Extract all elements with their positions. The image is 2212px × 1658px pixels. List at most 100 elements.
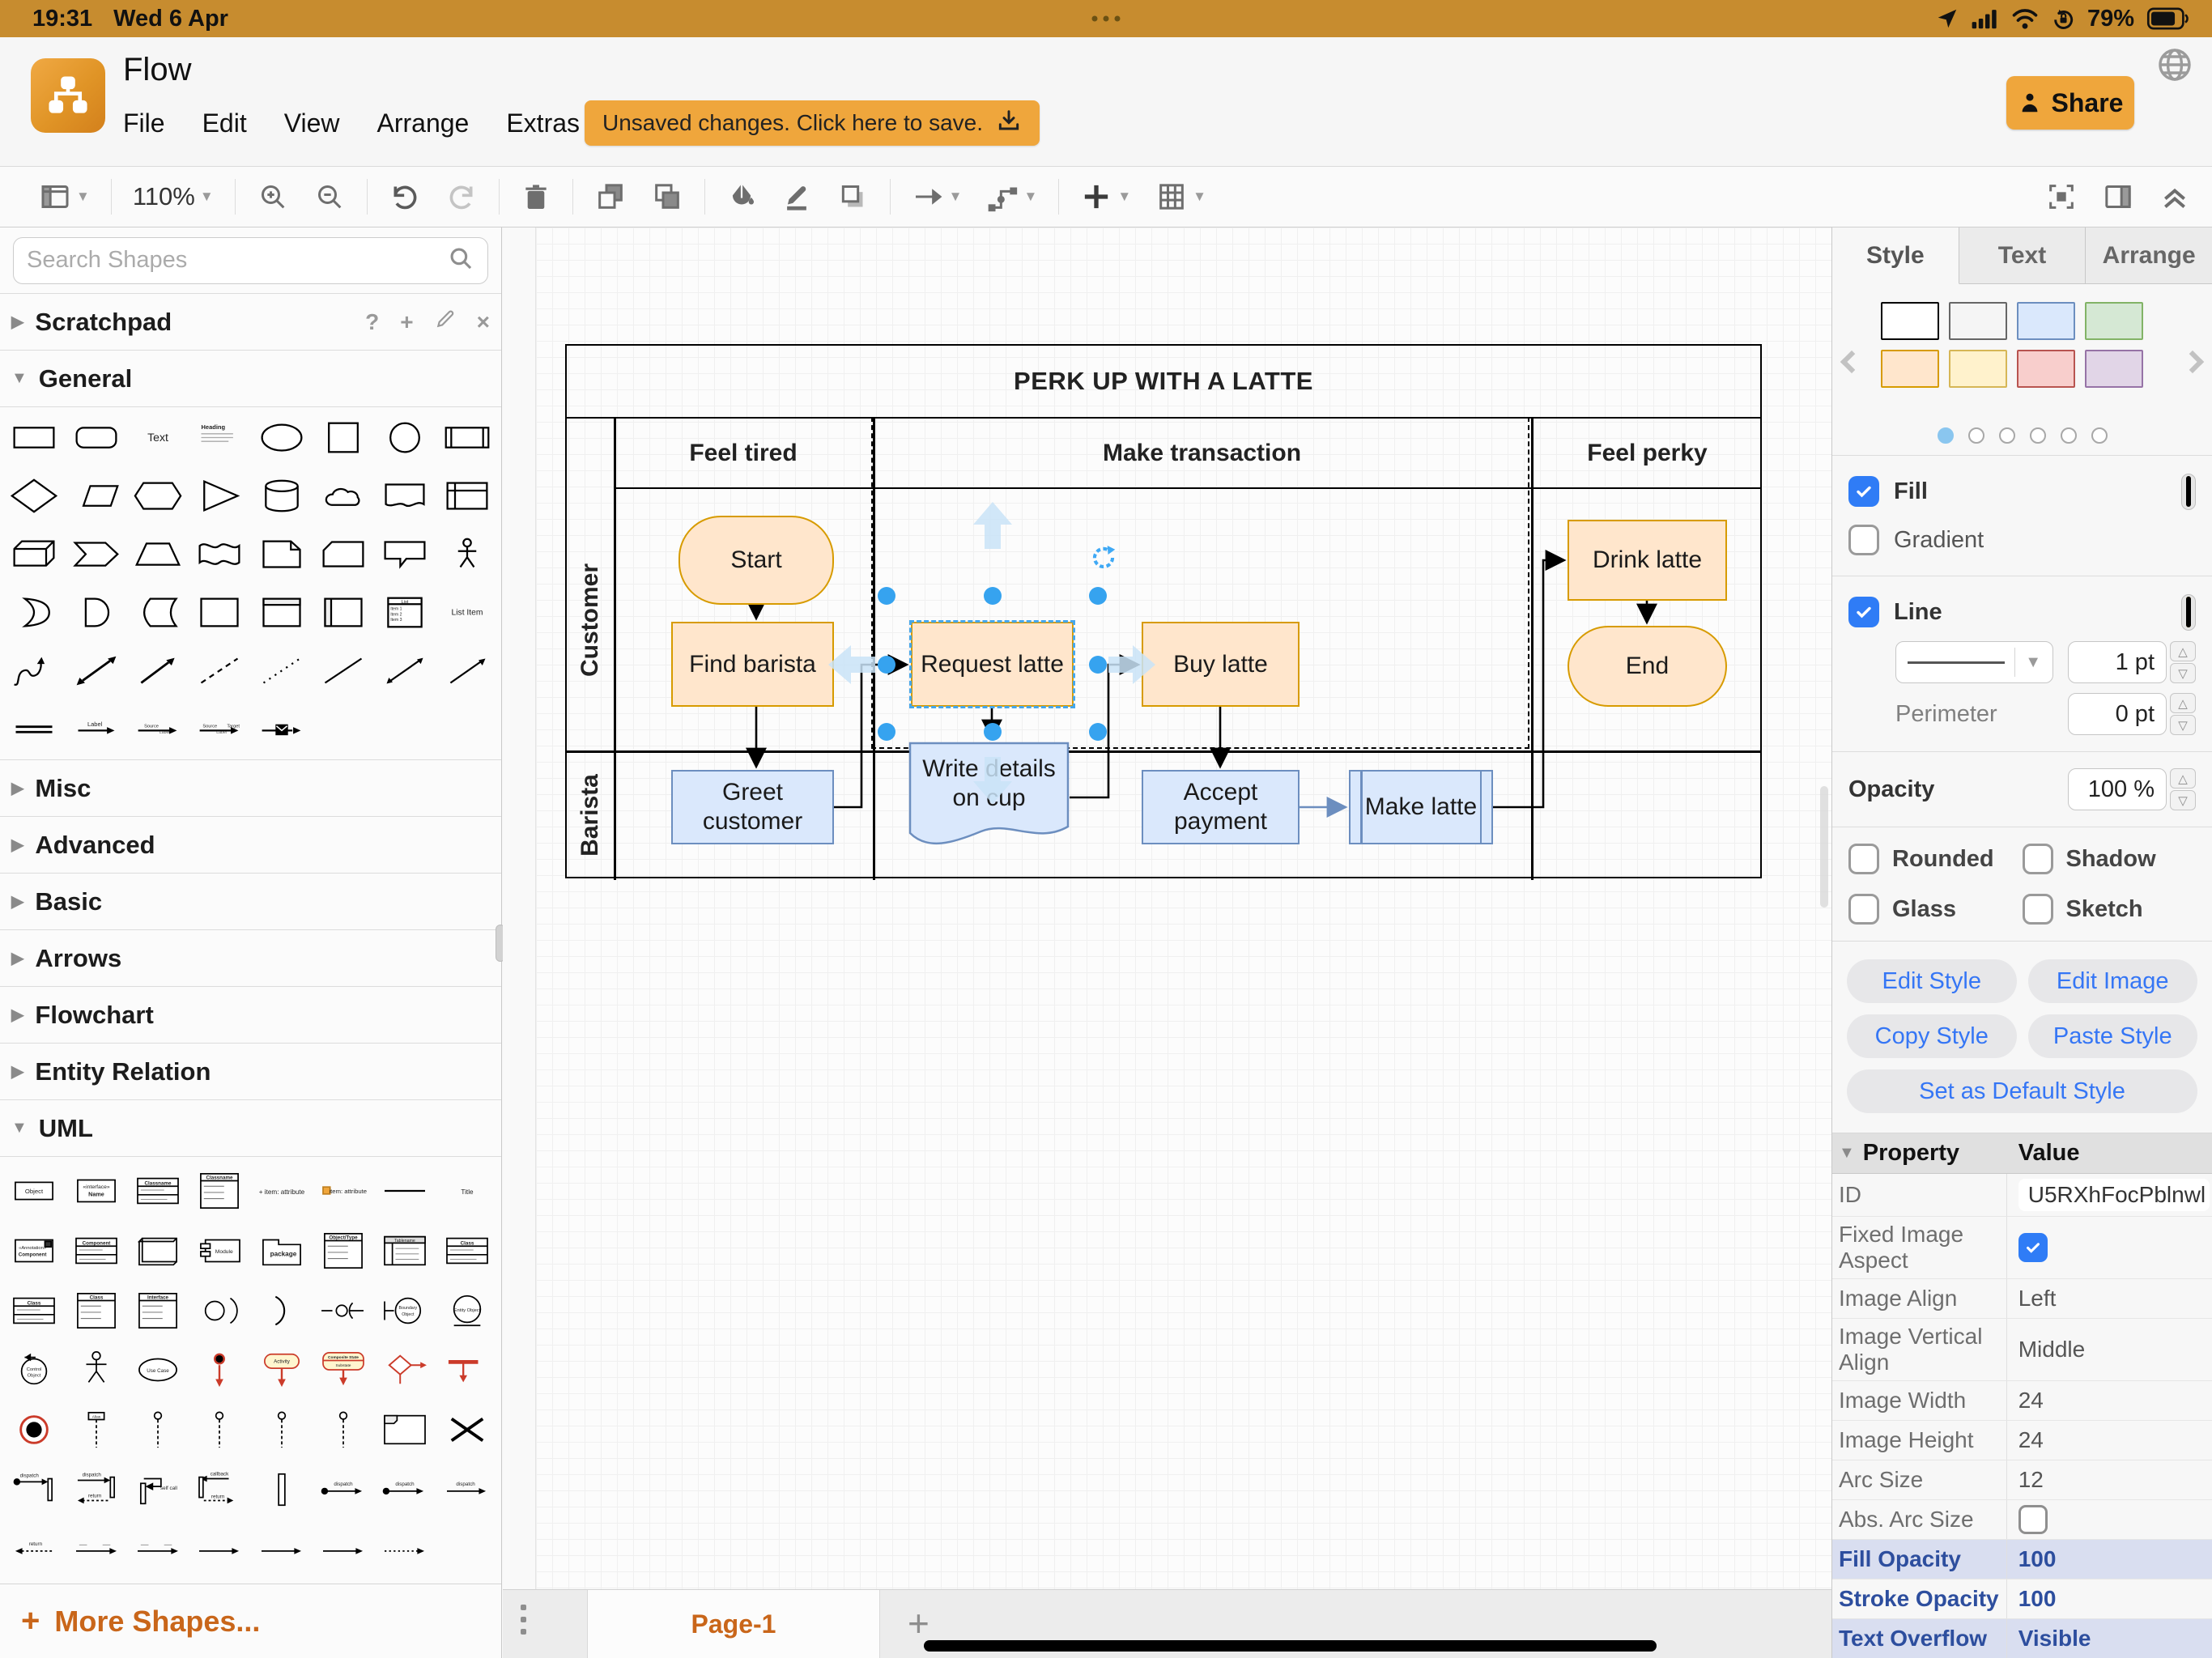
scratchpad-help-icon[interactable]: ?: [365, 309, 379, 335]
direction-arrow-icon[interactable]: [967, 500, 1019, 555]
uml-shape-lifedot[interactable]: [313, 1404, 374, 1456]
scratchpad-edit-icon[interactable]: [435, 308, 456, 335]
shape-cube[interactable]: [3, 532, 65, 577]
shape-step[interactable]: [65, 532, 126, 577]
uml-shape-actor[interactable]: [65, 1345, 126, 1397]
uml-shape-required[interactable]: [251, 1285, 313, 1337]
node-buy-latte[interactable]: Buy latte: [1142, 622, 1300, 707]
canvas-scrollbar[interactable]: [1820, 786, 1828, 908]
opacity-value[interactable]: 100 %: [2068, 768, 2167, 810]
shape-dotted-line[interactable]: [251, 648, 313, 693]
shape-process[interactable]: [436, 415, 498, 461]
shape-card[interactable]: [313, 532, 374, 577]
shape-note[interactable]: [251, 532, 313, 577]
shape-text[interactable]: Text: [127, 415, 189, 461]
more-shapes-button[interactable]: + More Shapes...: [0, 1584, 501, 1658]
shape-directional-connector[interactable]: [436, 648, 498, 693]
unsaved-changes-button[interactable]: Unsaved changes. Click here to save.: [585, 100, 1040, 146]
shape-curve[interactable]: [3, 648, 65, 693]
uml-shape-arrowplain[interactable]: [251, 1524, 313, 1575]
home-indicator[interactable]: [924, 1640, 1657, 1652]
uml-shape-object-type[interactable]: Object/Type: [313, 1225, 374, 1277]
node-drink-latte[interactable]: Drink latte: [1568, 520, 1727, 601]
property-value[interactable]: 24: [2018, 1388, 2044, 1414]
shape-link[interactable]: [3, 706, 65, 751]
shape-textbox[interactable]: Heading: [189, 415, 250, 461]
shape-cylinder[interactable]: [251, 474, 313, 519]
table-button[interactable]: ▼: [1155, 181, 1206, 213]
property-value[interactable]: Middle: [2018, 1337, 2085, 1363]
style-preset-4[interactable]: [1881, 350, 1939, 388]
page-tab[interactable]: Page-1: [587, 1590, 880, 1658]
style-preset-7[interactable]: [2085, 350, 2143, 388]
shape-internal-storage[interactable]: [436, 474, 498, 519]
lane-barista[interactable]: Barista: [567, 750, 614, 880]
shape-cloud[interactable]: [313, 474, 374, 519]
rounded-checkbox[interactable]: [1848, 844, 1879, 874]
uml-shape-linelbl[interactable]: [65, 1524, 126, 1575]
zoom-out-button[interactable]: [313, 181, 346, 213]
search-icon[interactable]: [447, 244, 474, 276]
shape-hexagon[interactable]: [127, 474, 189, 519]
line-color-swatch[interactable]: [2181, 594, 2196, 631]
line-checkbox[interactable]: [1848, 597, 1879, 627]
sidebar-section-basic[interactable]: ▶Basic: [0, 874, 501, 930]
shape-diamond[interactable]: [3, 474, 65, 519]
uml-shape-dispatch[interactable]: dispatch: [374, 1464, 436, 1516]
tab-style[interactable]: Style: [1832, 227, 1959, 284]
uml-shape--item-attribute[interactable]: + item: attribute: [251, 1165, 313, 1217]
pages-menu-icon[interactable]: [521, 1605, 526, 1635]
decrease-icon[interactable]: ▽: [2170, 663, 2196, 683]
property-checkbox[interactable]: [2018, 1233, 2048, 1262]
search-input[interactable]: [27, 247, 447, 274]
node-accept-payment[interactable]: Accept payment: [1142, 770, 1300, 844]
fit-page-button[interactable]: [2045, 181, 2078, 213]
sidebar-section-entity-relation[interactable]: ▶Entity Relation: [0, 1044, 501, 1100]
direction-arrow-icon[interactable]: [967, 755, 1019, 810]
uml-shape-dispatch[interactable]: dispatch: [3, 1464, 65, 1516]
shape-bidirectional-arrow[interactable]: [65, 648, 126, 693]
property-value[interactable]: Visible: [2018, 1626, 2091, 1652]
uml-shape-object[interactable]: Object: [3, 1165, 65, 1217]
fill-checkbox[interactable]: [1848, 476, 1879, 507]
uml-shape-class[interactable]: Class: [436, 1225, 498, 1277]
uml-shape-classname[interactable]: Classname: [189, 1165, 250, 1217]
sketch-checkbox[interactable]: [2023, 894, 2053, 925]
sidebar-section-advanced[interactable]: ▶Advanced: [0, 817, 501, 874]
uml-shape--interface-[interactable]: «interface»Name: [65, 1165, 126, 1217]
delete-button[interactable]: [521, 181, 551, 213]
uml-shape-lifedot[interactable]: [251, 1404, 313, 1456]
shape-arrow[interactable]: [127, 648, 189, 693]
tab-arrange[interactable]: Arrange: [2086, 227, 2212, 283]
increase-icon[interactable]: △: [2170, 768, 2196, 789]
property-input[interactable]: U5RXhFocPblnwl: [2018, 1179, 2210, 1211]
uml-shape-callback[interactable]: callbackreturn: [189, 1464, 250, 1516]
shape-actor[interactable]: [436, 532, 498, 577]
uml-shape-lifedot[interactable]: [127, 1404, 189, 1456]
uml-shape-lollipop[interactable]: [313, 1285, 374, 1337]
property-value[interactable]: 12: [2018, 1467, 2044, 1493]
to-back-button[interactable]: [651, 181, 683, 213]
shape-tape[interactable]: [189, 532, 250, 577]
shape-horizontal-container[interactable]: [313, 589, 374, 635]
phase-feel-perky[interactable]: Feel perky: [1531, 419, 1763, 487]
uml-shape-activation[interactable]: [251, 1464, 313, 1516]
node-request-latte[interactable]: Request latte: [911, 622, 1074, 707]
uml-shape-control-object[interactable]: ControlObject: [3, 1345, 65, 1397]
uml-shape-activity[interactable]: Activity: [251, 1345, 313, 1397]
shape-circle[interactable]: [374, 415, 436, 461]
insert-button[interactable]: ▼: [1080, 181, 1131, 213]
selection-handle[interactable]: [878, 587, 895, 605]
selection-handle[interactable]: [1089, 723, 1107, 741]
uml-shape-arrowplain[interactable]: [189, 1524, 250, 1575]
shape-parallelogram[interactable]: [65, 474, 126, 519]
carousel-page-dot[interactable]: [2091, 427, 2108, 444]
uml-shape-component[interactable]: «Annotation»Component: [3, 1225, 65, 1277]
shape-trapezoid[interactable]: [127, 532, 189, 577]
shape-ellipse[interactable]: [251, 415, 313, 461]
direction-arrow-icon[interactable]: [1106, 640, 1158, 694]
uml-shape-provided[interactable]: [189, 1285, 250, 1337]
search-shapes-box[interactable]: [13, 237, 488, 284]
uml-shape-composite-state[interactable]: Composite StateSubstate: [313, 1345, 374, 1397]
uml-shape-dasharrow2[interactable]: [374, 1524, 436, 1575]
